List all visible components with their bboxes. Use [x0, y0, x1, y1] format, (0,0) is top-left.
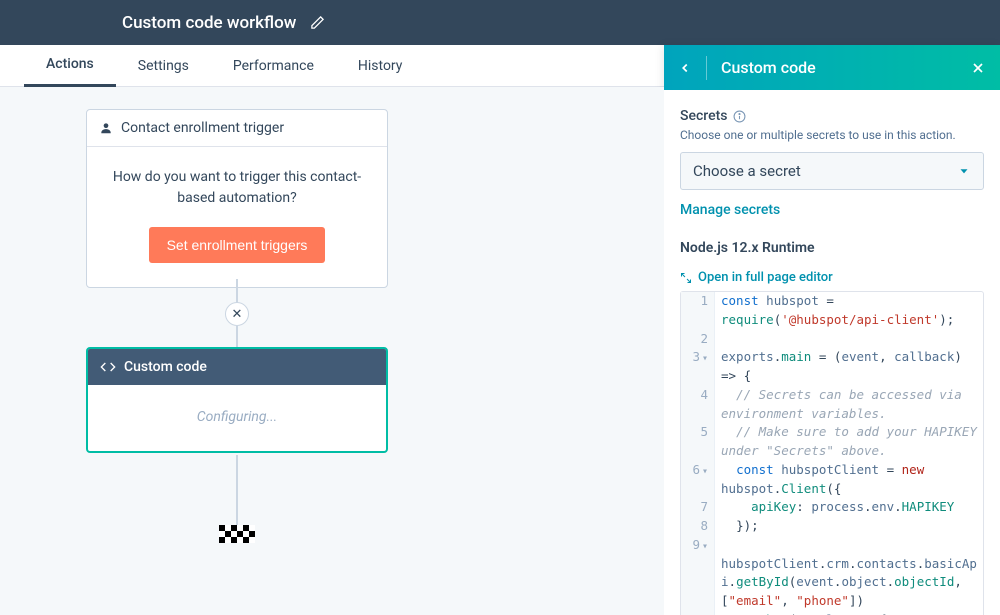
code-text[interactable]: .then(results => { [715, 611, 983, 615]
gutter-line-number: 8 [681, 517, 715, 536]
left-pane: Actions Settings Performance History Con… [0, 45, 664, 615]
code-text[interactable]: const hubspot = require('@hubspot/api-cl… [715, 292, 983, 330]
code-text[interactable]: apiKey: process.env.HAPIKEY [715, 498, 983, 517]
custom-code-node[interactable]: Custom code Configuring... [86, 347, 388, 453]
app-root: Custom code workflow Actions Settings Pe… [0, 0, 1000, 615]
code-editor[interactable]: 1const hubspot = require('@hubspot/api-c… [680, 291, 984, 615]
custom-code-node-title: Custom code [124, 359, 207, 375]
code-text[interactable]: const hubspotClient = new hubspot.Client… [715, 461, 983, 499]
code-line[interactable]: 2 [681, 330, 983, 349]
secrets-label: Secrets [680, 108, 727, 124]
gutter-line-number: 1 [681, 292, 715, 330]
gutter-line-number: 9▾ [681, 536, 715, 611]
info-icon[interactable] [733, 110, 746, 123]
gutter-line-number: 10▾ [681, 611, 715, 615]
gutter-line-number: 7 [681, 498, 715, 517]
gutter-line-number: 6▾ [681, 461, 715, 499]
code-text[interactable]: }); [715, 517, 983, 536]
trigger-node-header: Contact enrollment trigger [87, 110, 387, 147]
open-full-page-editor-link[interactable]: Open in full page editor [680, 270, 984, 285]
code-icon [100, 359, 116, 375]
code-line[interactable]: 10▾ .then(results => { [681, 611, 983, 615]
code-text[interactable]: // Secrets can be accessed via environme… [715, 386, 983, 424]
secrets-label-row: Secrets [680, 108, 984, 124]
tab-settings[interactable]: Settings [116, 45, 211, 87]
trigger-node-body: How do you want to trigger this contact-… [87, 147, 387, 287]
divider [706, 56, 707, 80]
tab-performance[interactable]: Performance [211, 45, 336, 87]
code-text[interactable]: exports.main = (event, callback) => { [715, 348, 983, 386]
code-text[interactable] [715, 330, 983, 349]
open-full-page-editor-label: Open in full page editor [698, 270, 833, 285]
code-line[interactable]: 1const hubspot = require('@hubspot/api-c… [681, 292, 983, 330]
connector [236, 326, 238, 348]
custom-code-node-header: Custom code [88, 349, 386, 385]
edit-title-icon[interactable] [310, 15, 325, 30]
code-line[interactable]: 7 apiKey: process.env.HAPIKEY [681, 498, 983, 517]
code-line[interactable]: 4 // Secrets can be accessed via environ… [681, 386, 983, 424]
connector [236, 455, 238, 525]
gutter-line-number: 3▾ [681, 348, 715, 386]
finish-flag-icon [219, 525, 255, 543]
manage-secrets-link[interactable]: Manage secrets [680, 202, 984, 218]
runtime-label: Node.js 12.x Runtime [680, 240, 984, 256]
code-line[interactable]: 6▾ const hubspotClient = new hubspot.Cli… [681, 461, 983, 499]
gutter-line-number: 5 [681, 423, 715, 461]
code-line[interactable]: 5 // Make sure to add your HAPIKEY under… [681, 423, 983, 461]
secrets-select-value: Choose a secret [693, 162, 801, 180]
code-line[interactable]: 9▾ hubspotClient.crm.contacts.basicApi.g… [681, 536, 983, 611]
main: Actions Settings Performance History Con… [0, 45, 1000, 615]
tab-history[interactable]: History [336, 45, 425, 87]
panel-header: Custom code [664, 45, 1000, 90]
panel-title: Custom code [721, 58, 956, 77]
back-icon[interactable] [678, 61, 692, 75]
code-text[interactable]: // Make sure to add your HAPIKEY under "… [715, 423, 983, 461]
tabs: Actions Settings Performance History [0, 45, 664, 87]
gutter-line-number: 2 [681, 330, 715, 349]
tab-actions[interactable]: Actions [24, 45, 116, 87]
side-panel: Custom code Secrets Choose one or multip… [664, 45, 1000, 615]
topbar: Custom code workflow [0, 0, 1000, 45]
chevron-down-icon [957, 164, 971, 178]
secrets-select[interactable]: Choose a secret [680, 152, 984, 190]
custom-code-node-status: Configuring... [88, 385, 386, 451]
secrets-help: Choose one or multiple secrets to use in… [680, 128, 984, 142]
gutter-line-number: 4 [681, 386, 715, 424]
code-line[interactable]: 8 }); [681, 517, 983, 536]
set-enrollment-triggers-button[interactable]: Set enrollment triggers [149, 227, 326, 263]
expand-icon [680, 272, 692, 284]
code-line[interactable]: 3▾exports.main = (event, callback) => { [681, 348, 983, 386]
code-text[interactable]: hubspotClient.crm.contacts.basicApi.getB… [715, 536, 983, 611]
workflow-title: Custom code workflow [122, 13, 296, 33]
trigger-question: How do you want to trigger this contact-… [109, 167, 365, 209]
delete-node-button[interactable]: ✕ [225, 302, 249, 326]
workflow-canvas[interactable]: Contact enrollment trigger How do you wa… [0, 87, 664, 615]
panel-body: Secrets Choose one or multiple secrets t… [664, 90, 1000, 615]
trigger-node[interactable]: Contact enrollment trigger How do you wa… [86, 109, 388, 288]
contact-icon [99, 121, 113, 135]
trigger-title: Contact enrollment trigger [121, 120, 284, 136]
close-icon[interactable] [970, 60, 986, 76]
